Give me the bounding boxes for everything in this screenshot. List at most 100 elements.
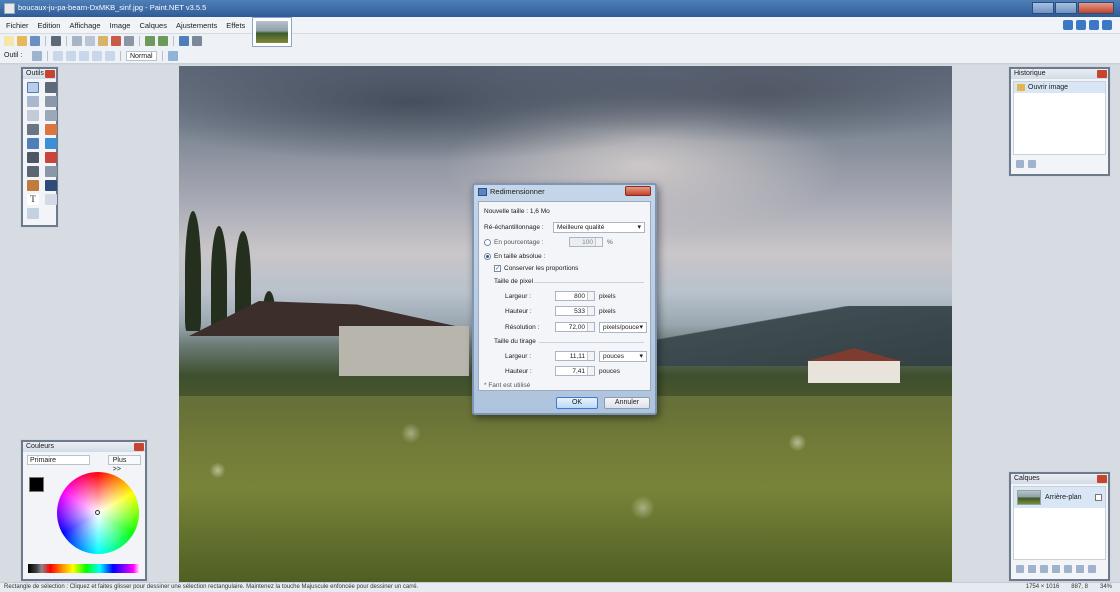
menu-image[interactable]: Image	[110, 21, 131, 30]
magic-wand-icon[interactable]	[27, 124, 39, 135]
ok-button[interactable]: OK	[556, 397, 598, 409]
color-mode-select[interactable]: Primaire	[27, 455, 90, 465]
dialog-close-button[interactable]	[625, 186, 651, 196]
maximize-button[interactable]	[1055, 2, 1077, 14]
width-input[interactable]: 800	[555, 291, 595, 301]
menu-affichage[interactable]: Affichage	[69, 21, 100, 30]
keep-ratio-checkbox[interactable]: ✓	[494, 265, 501, 272]
primary-color-swatch[interactable]	[29, 477, 44, 492]
selection-mode-intersect-icon[interactable]	[92, 51, 102, 61]
menu-ajustements[interactable]: Ajustements	[176, 21, 217, 30]
print-height-input[interactable]: 7,41	[555, 366, 595, 376]
layer-visibility-checkbox[interactable]	[1095, 494, 1102, 501]
color-picker-icon[interactable]	[45, 166, 57, 177]
window-icon[interactable]	[1089, 20, 1099, 30]
menu-fichier[interactable]: Fichier	[6, 21, 29, 30]
paint-bucket-icon[interactable]	[27, 138, 39, 149]
close-icon[interactable]	[1097, 70, 1107, 78]
minimize-button[interactable]	[1032, 2, 1054, 14]
selection-mode-invert-icon[interactable]	[105, 51, 115, 61]
document-thumbnail-tab[interactable]	[252, 17, 292, 47]
move-layer-down-icon[interactable]	[1076, 565, 1084, 573]
crop-icon[interactable]	[111, 36, 121, 46]
delete-layer-icon[interactable]	[1028, 565, 1036, 573]
layer-item[interactable]: Arrière-plan	[1014, 487, 1105, 508]
redo-icon[interactable]	[1028, 160, 1036, 168]
print-width-input[interactable]: 11,11	[555, 351, 595, 361]
selection-mode-replace-icon[interactable]	[53, 51, 63, 61]
by-percent-radio[interactable]	[484, 239, 491, 246]
selection-mode-union-icon[interactable]	[66, 51, 76, 61]
menu-edition[interactable]: Edition	[38, 21, 61, 30]
menu-effets[interactable]: Effets	[226, 21, 245, 30]
paintbrush-icon[interactable]	[27, 152, 39, 163]
close-icon[interactable]	[1097, 475, 1107, 483]
tool-icon[interactable]	[1063, 20, 1073, 30]
text-icon[interactable]: T	[27, 194, 39, 205]
clone-stamp-icon[interactable]	[27, 180, 39, 191]
menu-calques[interactable]: Calques	[139, 21, 167, 30]
zoom-icon[interactable]	[45, 110, 57, 121]
zoom-level[interactable]: 34%	[1100, 584, 1112, 590]
cancel-button[interactable]: Annuler	[604, 397, 650, 409]
line-curve-icon[interactable]	[45, 194, 57, 205]
undo-icon[interactable]	[1016, 160, 1024, 168]
print-width-unit-select[interactable]: pouces	[599, 351, 647, 362]
undo-icon[interactable]	[145, 36, 155, 46]
tool-select-icon[interactable]	[32, 51, 42, 61]
ruler-icon[interactable]	[192, 36, 202, 46]
more-colors-button[interactable]: Plus >>	[107, 455, 141, 473]
height-spinner[interactable]	[587, 307, 594, 315]
grid-icon[interactable]	[179, 36, 189, 46]
pan-icon[interactable]	[45, 124, 57, 135]
color-wheel[interactable]	[57, 472, 139, 554]
cut-icon[interactable]	[72, 36, 82, 46]
gradient-icon[interactable]	[45, 138, 57, 149]
eraser-icon[interactable]	[45, 152, 57, 163]
antialias-icon[interactable]	[167, 51, 178, 61]
absolute-size-radio[interactable]	[484, 253, 491, 260]
resolution-spinner[interactable]	[587, 323, 594, 331]
layer-properties-icon[interactable]	[1088, 565, 1096, 573]
resize-dialog: Redimensionner Nouvelle taille : 1,6 Mo …	[472, 183, 657, 415]
copy-icon[interactable]	[85, 36, 95, 46]
print-height-spinner[interactable]	[587, 367, 594, 375]
blend-mode-select[interactable]: Normal	[126, 51, 157, 61]
height-input[interactable]: 533	[555, 306, 595, 316]
resampling-select[interactable]: Meilleure qualité	[553, 222, 645, 233]
settings-icon[interactable]	[1076, 20, 1086, 30]
resolution-unit-select[interactable]: pixels/pouce	[599, 322, 647, 333]
close-icon[interactable]	[134, 443, 144, 451]
print-icon[interactable]	[51, 36, 61, 46]
redo-icon[interactable]	[158, 36, 168, 46]
duplicate-layer-icon[interactable]	[1040, 565, 1048, 573]
resolution-input[interactable]: 72,00	[555, 322, 595, 332]
percent-spinner[interactable]	[595, 238, 602, 246]
paste-icon[interactable]	[98, 36, 108, 46]
move-selection-icon[interactable]	[45, 82, 57, 93]
help-icon[interactable]	[1102, 20, 1112, 30]
close-icon[interactable]	[45, 70, 55, 78]
merge-layer-icon[interactable]	[1052, 565, 1060, 573]
rectangle-select-icon[interactable]	[27, 82, 39, 93]
width-spinner[interactable]	[587, 292, 594, 300]
shapes-icon[interactable]	[27, 208, 39, 219]
open-file-icon[interactable]	[17, 36, 27, 46]
color-palette[interactable]	[28, 564, 140, 573]
ellipse-select-icon[interactable]	[27, 110, 39, 121]
lasso-icon[interactable]	[27, 96, 39, 107]
close-window-button[interactable]	[1078, 2, 1114, 14]
deselect-icon[interactable]	[124, 36, 134, 46]
save-icon[interactable]	[30, 36, 40, 46]
add-layer-icon[interactable]	[1016, 565, 1024, 573]
percent-input[interactable]: 100	[569, 237, 603, 247]
move-icon[interactable]	[45, 96, 57, 107]
recolor-icon[interactable]	[45, 180, 57, 191]
resampling-value: Meilleure qualité	[557, 224, 605, 231]
new-file-icon[interactable]	[4, 36, 14, 46]
selection-mode-exclude-icon[interactable]	[79, 51, 89, 61]
history-item[interactable]: Ouvrir image	[1014, 82, 1105, 93]
pencil-icon[interactable]	[27, 166, 39, 177]
move-layer-up-icon[interactable]	[1064, 565, 1072, 573]
print-width-spinner[interactable]	[587, 352, 594, 360]
